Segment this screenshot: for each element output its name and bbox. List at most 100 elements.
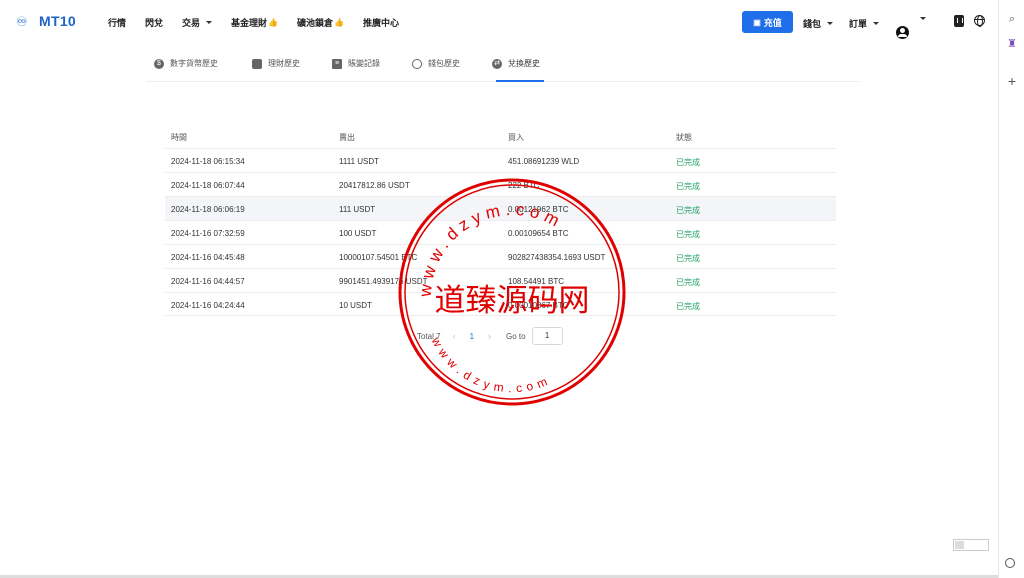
column-header-time: 時間 <box>171 133 187 142</box>
browser-side-toolbar: ⌕ ♜ + <box>998 0 1024 578</box>
next-page-icon[interactable]: › <box>488 331 491 341</box>
search-icon[interactable]: ⌕ <box>1005 12 1019 26</box>
cell-time: 2024-11-18 06:07:44 <box>171 181 245 190</box>
add-icon[interactable]: + <box>1005 74 1019 88</box>
cell-time: 2024-11-16 07:32:59 <box>171 229 245 238</box>
goto-label: Go to <box>506 331 526 341</box>
language-globe-icon[interactable] <box>974 15 985 27</box>
thumbs-up-icon: 👍 <box>334 18 345 27</box>
menu-item-label: 交易 <box>182 18 201 28</box>
cell-status: 已完成 <box>676 182 700 191</box>
wallet-dropdown[interactable]: 錢包 <box>803 17 834 30</box>
cell-sell: 1111 USDT <box>339 157 380 166</box>
download-app-icon[interactable] <box>954 15 964 27</box>
menu-item-label: 閃兌 <box>145 18 164 28</box>
menu-item-flash-swap[interactable]: 閃兌 <box>145 16 163 29</box>
cell-buy: 0.00109654 BTC <box>508 229 569 238</box>
table-row: 2024-11-16 04:24:44 10 USDT 0.00010867 B… <box>165 292 836 316</box>
top-navbar: ♾ MT10 行情 閃兌 交易 基金理財 👍 礦池鎖倉 👍 推廣中心 ▣ 充值 錢包… <box>0 0 998 44</box>
tab-label: 理財歷史 <box>268 59 300 68</box>
thumbs-up-icon: 👍 <box>268 18 279 27</box>
wallet-label: 錢包 <box>803 19 822 29</box>
user-dropdown[interactable] <box>914 17 926 20</box>
table-header: 時間 賣出 買入 狀態 <box>165 124 836 148</box>
column-header-sell: 賣出 <box>339 133 355 142</box>
orders-label: 訂單 <box>849 19 868 29</box>
prev-page-icon[interactable]: ‹ <box>453 331 456 341</box>
cell-status: 已完成 <box>676 158 700 167</box>
brand[interactable]: ♾ MT10 <box>16 13 76 29</box>
tab-crypto-history[interactable]: $ 數字貨幣歷史 <box>154 58 218 69</box>
tab-label: 錢包歷史 <box>428 59 460 68</box>
cell-time: 2024-11-16 04:45:48 <box>171 253 245 262</box>
history-tabs: $ 數字貨幣歷史 理財歷史 ≡ 賬變記錄 錢包歷史 ⇄ 兌換歷史 <box>146 50 860 82</box>
caret-down-icon <box>873 22 880 25</box>
menu-item-market[interactable]: 行情 <box>108 16 126 29</box>
goto-page-input[interactable]: 1 <box>531 327 563 345</box>
column-header-buy: 買入 <box>508 133 524 142</box>
cell-status: 已完成 <box>676 230 700 239</box>
recharge-button[interactable]: ▣ 充值 <box>742 11 793 33</box>
active-tab-indicator <box>496 80 544 82</box>
tab-account-changes[interactable]: ≡ 賬變記錄 <box>332 58 380 69</box>
page-number-current[interactable]: 1 <box>470 332 474 341</box>
cell-buy: 0.00010867 BTC <box>508 301 569 310</box>
right-nav: ▣ 充值 <box>742 11 793 33</box>
cell-time: 2024-11-18 06:15:34 <box>171 157 245 166</box>
menu-item-trade[interactable]: 交易 <box>182 16 213 29</box>
recharge-label: 充值 <box>763 17 782 28</box>
table-row: 2024-11-18 06:07:44 20417812.86 USDT 222… <box>165 172 836 196</box>
menu-item-fund[interactable]: 基金理財 👍 <box>231 16 278 29</box>
table-row: 2024-11-16 07:32:59 100 USDT 0.00109654 … <box>165 220 836 244</box>
extension-icon[interactable]: ♜ <box>1005 37 1019 51</box>
menu-item-label: 推廣中心 <box>363 18 400 28</box>
total-count: Total 7 <box>417 331 441 341</box>
tab-label: 賬變記錄 <box>348 59 380 68</box>
tab-finance-history[interactable]: 理財歷史 <box>252 58 300 69</box>
menu-item-mining[interactable]: 礦池鎖倉 👍 <box>297 16 344 29</box>
piggy-bank-icon <box>252 58 262 69</box>
cell-status: 已完成 <box>676 302 700 311</box>
cell-sell: 111 USDT <box>339 205 376 214</box>
table-row: 2024-11-18 06:06:19 111 USDT 0.00121962 … <box>165 196 836 220</box>
cell-sell: 100 USDT <box>339 229 377 238</box>
ledger-icon: ≡ <box>332 58 342 69</box>
cell-status: 已完成 <box>676 254 700 263</box>
cell-sell: 10 USDT <box>339 301 372 310</box>
menu-item-referral[interactable]: 推廣中心 <box>363 16 399 29</box>
cell-buy: 108.54491 BTC <box>508 277 565 286</box>
user-avatar-icon[interactable] <box>896 26 909 39</box>
table-row: 2024-11-16 04:45:48 10000107.54501 BTC 9… <box>165 244 836 268</box>
cell-sell: 9901451.4939176 USDT <box>339 277 428 286</box>
caret-down-icon <box>206 21 213 24</box>
logo-icon: ♾ <box>16 13 28 29</box>
settings-gear-icon[interactable] <box>1005 558 1015 568</box>
cell-status: 已完成 <box>676 278 700 287</box>
cell-sell: 20417812.86 USDT <box>339 181 410 190</box>
page: ♾ MT10 行情 閃兌 交易 基金理財 👍 礦池鎖倉 👍 推廣中心 ▣ 充值 錢包… <box>0 0 1024 578</box>
caret-down-icon <box>920 17 926 20</box>
cell-time: 2024-11-16 04:44:57 <box>171 277 245 286</box>
exchange-history-table: 時間 賣出 買入 狀態 2024-11-18 06:15:34 1111 USD… <box>165 124 836 316</box>
cell-time: 2024-11-16 04:24:44 <box>171 301 245 310</box>
main-menu: 行情 閃兌 交易 基金理財 👍 礦池鎖倉 👍 推廣中心 <box>108 16 418 29</box>
table-row: 2024-11-16 04:44:57 9901451.4939176 USDT… <box>165 268 836 292</box>
brand-name: MT10 <box>39 13 76 29</box>
tab-wallet-history[interactable]: 錢包歷史 <box>412 58 460 69</box>
dollar-icon: $ <box>154 58 164 69</box>
exchange-icon: ⇄ <box>492 58 502 69</box>
cell-buy: 902827438354.1693 USDT <box>508 253 606 262</box>
cell-status: 已完成 <box>676 206 700 215</box>
cell-buy: 451.08691239 WLD <box>508 157 580 166</box>
orders-dropdown[interactable]: 訂單 <box>849 17 880 30</box>
caret-down-icon <box>827 22 834 25</box>
tab-exchange-history[interactable]: ⇄ 兌換歷史 <box>492 58 540 69</box>
menu-item-label: 基金理財 <box>231 18 268 28</box>
cell-buy: 222 BTC <box>508 181 540 190</box>
table-row: 2024-11-18 06:15:34 1111 USDT 451.086912… <box>165 148 836 172</box>
broken-image-icon <box>953 539 989 551</box>
history-icon <box>412 58 422 69</box>
tab-label: 兌換歷史 <box>508 59 540 68</box>
cell-sell: 10000107.54501 BTC <box>339 253 418 262</box>
menu-item-label: 行情 <box>108 18 127 28</box>
